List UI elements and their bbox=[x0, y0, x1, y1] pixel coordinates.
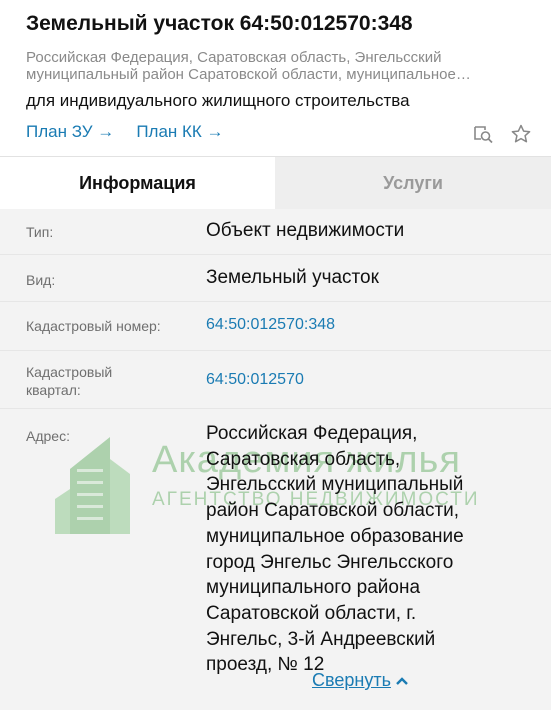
collapse-label: Свернуть bbox=[312, 670, 391, 690]
chevron-up-icon bbox=[395, 670, 409, 691]
tab-bar: Информация Услуги bbox=[0, 156, 551, 210]
object-title: Земельный участок 64:50:012570:348 bbox=[26, 12, 413, 35]
cadastral-quarter-link[interactable]: 64:50:012570 bbox=[206, 371, 304, 389]
permitted-use: для индивидуального жилищного строительс… bbox=[26, 91, 410, 110]
address-preview-line-1: Российская Федерация, Саратовская област… bbox=[26, 49, 442, 66]
address-line: муниципальное образование bbox=[206, 525, 464, 547]
address-line: Энгельс, 3-й Андреевский bbox=[206, 628, 436, 650]
cadastral-quarter-label: Кадастровый квартал: bbox=[26, 363, 112, 399]
address-value: Российская Федерация, Саратовская област… bbox=[206, 421, 526, 678]
address-label: Адрес: bbox=[26, 428, 70, 444]
cadastral-quarter-label-line-1: Кадастровый bbox=[26, 364, 113, 380]
object-header: Земельный участок 64:50:012570:348 Росси… bbox=[0, 0, 551, 155]
address-line: Российская Федерация, bbox=[206, 423, 418, 444]
address-preview-line-2: муниципальный район Саратовской области,… bbox=[26, 66, 471, 83]
plan-zu-link[interactable]: План ЗУ → bbox=[26, 122, 114, 141]
info-panel: Тип: Объект недвижимости Вид: Земельный … bbox=[0, 209, 551, 710]
plan-links: План ЗУ → План КК → bbox=[26, 122, 224, 142]
cadastral-quarter-label-line-2: квартал: bbox=[26, 382, 81, 398]
star-icon[interactable] bbox=[509, 122, 533, 146]
map-search-icon[interactable] bbox=[471, 122, 495, 146]
address-line: Энгельсский муниципальный bbox=[206, 474, 464, 496]
collapse-button[interactable]: Свернуть bbox=[312, 670, 409, 691]
type-value: Объект недвижимости bbox=[206, 220, 405, 241]
info-row-cadastral-quarter: Кадастровый квартал: 64:50:012570 bbox=[0, 351, 551, 408]
header-actions bbox=[471, 122, 533, 146]
address-line: район Саратовской области, bbox=[206, 500, 460, 522]
type-label: Тип: bbox=[26, 224, 54, 240]
object-address-preview: Российская Федерация, Саратовская област… bbox=[26, 49, 516, 83]
address-line: город Энгельс Энгельсского bbox=[206, 551, 454, 573]
info-row-kind: Вид: Земельный участок bbox=[0, 255, 551, 301]
info-row-type: Тип: Объект недвижимости bbox=[0, 209, 551, 254]
address-line: муниципального района bbox=[206, 577, 421, 599]
address-line: Саратовская область, bbox=[206, 448, 401, 470]
kind-label: Вид: bbox=[26, 272, 56, 288]
address-line: Саратовской области, г. bbox=[206, 602, 417, 624]
cadastral-number-label: Кадастровый номер: bbox=[26, 318, 161, 334]
tab-services[interactable]: Услуги bbox=[275, 157, 551, 210]
tab-information[interactable]: Информация bbox=[0, 157, 275, 210]
info-row-cadastral-number: Кадастровый номер: 64:50:012570:348 bbox=[0, 302, 551, 350]
plan-kk-link[interactable]: План КК → bbox=[136, 122, 223, 141]
cadastral-number-link[interactable]: 64:50:012570:348 bbox=[206, 316, 335, 334]
kind-value: Земельный участок bbox=[206, 267, 379, 288]
